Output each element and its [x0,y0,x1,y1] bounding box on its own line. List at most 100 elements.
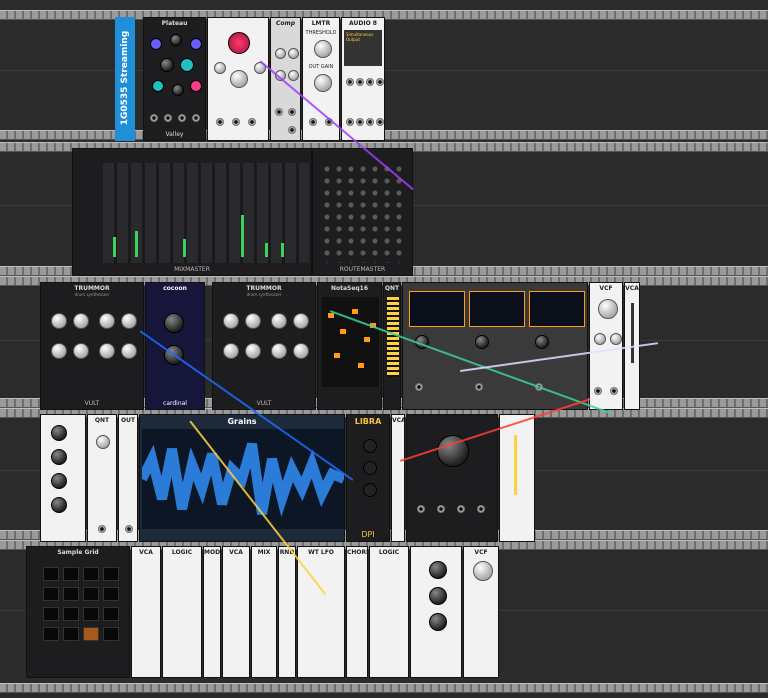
knob[interactable] [214,62,226,74]
knob[interactable] [150,38,162,50]
knob[interactable] [121,343,137,359]
module-vca-mid[interactable]: VCA [391,414,405,542]
knob[interactable] [271,343,287,359]
jack[interactable] [288,126,296,134]
jack[interactable] [232,118,240,126]
fader[interactable] [113,237,116,257]
module-audio-8[interactable]: AUDIO 8 Simultaneous Output [341,17,385,141]
grid-pad[interactable] [43,587,59,601]
module-mod[interactable]: MOD [203,546,221,678]
knob[interactable] [245,343,261,359]
module-tall-vca[interactable] [499,414,535,542]
fader[interactable] [514,435,517,495]
knob[interactable] [180,58,194,72]
knob[interactable] [535,335,549,349]
jack[interactable] [346,78,354,86]
fader[interactable] [631,303,634,363]
knob[interactable] [99,313,115,329]
knob[interactable] [230,70,248,88]
knob[interactable] [228,32,250,54]
jack[interactable] [594,387,602,395]
jack[interactable] [192,114,200,122]
knob[interactable] [314,74,332,92]
knob[interactable] [160,58,174,72]
module-rnd[interactable]: RND [278,546,296,678]
module-mix[interactable]: MIX [251,546,277,678]
knob[interactable] [245,313,261,329]
module-quantizer[interactable]: QNT [383,282,401,410]
knob[interactable] [293,313,309,329]
module-mix-panel[interactable] [40,414,86,542]
knob[interactable] [51,497,67,513]
module-vca-b1[interactable]: VCA [131,546,161,678]
knob[interactable] [293,343,309,359]
grid-pad[interactable] [103,627,119,641]
module-vcf-top[interactable]: VCF [589,282,623,410]
grid-pad[interactable] [103,567,119,581]
knob[interactable] [314,40,332,58]
knob[interactable] [73,313,89,329]
jack[interactable] [366,118,374,126]
jack[interactable] [309,118,317,126]
grid-pad[interactable] [83,587,99,601]
jack[interactable] [610,387,618,395]
knob[interactable] [429,613,447,631]
grid-pad[interactable] [63,607,79,621]
module-grains[interactable]: Grains [139,414,345,542]
jack[interactable] [150,114,158,122]
knob[interactable] [475,335,489,349]
module-vca-b2[interactable]: VCA [222,546,250,678]
knob[interactable] [223,343,239,359]
module-notaseq16[interactable]: NotaSeq16 [317,282,382,410]
seq-step[interactable] [352,309,358,314]
grid-pad[interactable] [103,587,119,601]
grid-pad[interactable] [83,627,99,641]
audio-device-display[interactable]: Simultaneous Output [344,30,382,66]
knob[interactable] [172,84,184,96]
knob[interactable] [610,333,622,345]
jack[interactable] [356,118,364,126]
knob[interactable] [51,449,67,465]
knob[interactable] [51,473,67,489]
knob[interactable] [275,48,286,59]
knob[interactable] [473,561,493,581]
seq-step[interactable] [328,313,334,318]
grid-pad[interactable] [63,627,79,641]
module-reverb[interactable] [207,17,269,141]
knob[interactable] [363,483,377,497]
module-clap[interactable] [410,546,462,678]
module-trummor-a[interactable]: TRUMMOR drum synthesizer VULT [40,282,144,410]
module-mixmaster[interactable]: MIXMASTER [72,148,312,276]
grid-pad[interactable] [103,607,119,621]
module-comp[interactable]: Comp [270,17,301,141]
fader[interactable] [183,239,186,257]
knob[interactable] [152,80,164,92]
fader[interactable] [135,231,138,257]
jack[interactable] [437,505,445,513]
jack[interactable] [216,118,224,126]
jack[interactable] [346,118,354,126]
seq-step[interactable] [340,329,346,334]
knob[interactable] [271,313,287,329]
grid-pad[interactable] [63,567,79,581]
module-out-2[interactable]: OUT [118,414,138,542]
jack[interactable] [288,108,296,116]
grid-pad[interactable] [83,567,99,581]
jack[interactable] [125,525,133,533]
route-jack-grid[interactable] [321,163,405,263]
jack[interactable] [248,118,256,126]
jack[interactable] [178,114,186,122]
grid-pad[interactable] [43,607,59,621]
knob[interactable] [121,313,137,329]
knob[interactable] [594,333,606,345]
seq-step[interactable] [358,363,364,368]
jack[interactable] [164,114,172,122]
seq-step[interactable] [334,353,340,358]
jack[interactable] [475,383,483,391]
jack[interactable] [415,383,423,391]
grid-pad[interactable] [43,567,59,581]
knob[interactable] [223,313,239,329]
module-qnt-2[interactable]: QNT [87,414,117,542]
module-logic-a[interactable]: LOGIC [162,546,202,678]
knob[interactable] [73,343,89,359]
